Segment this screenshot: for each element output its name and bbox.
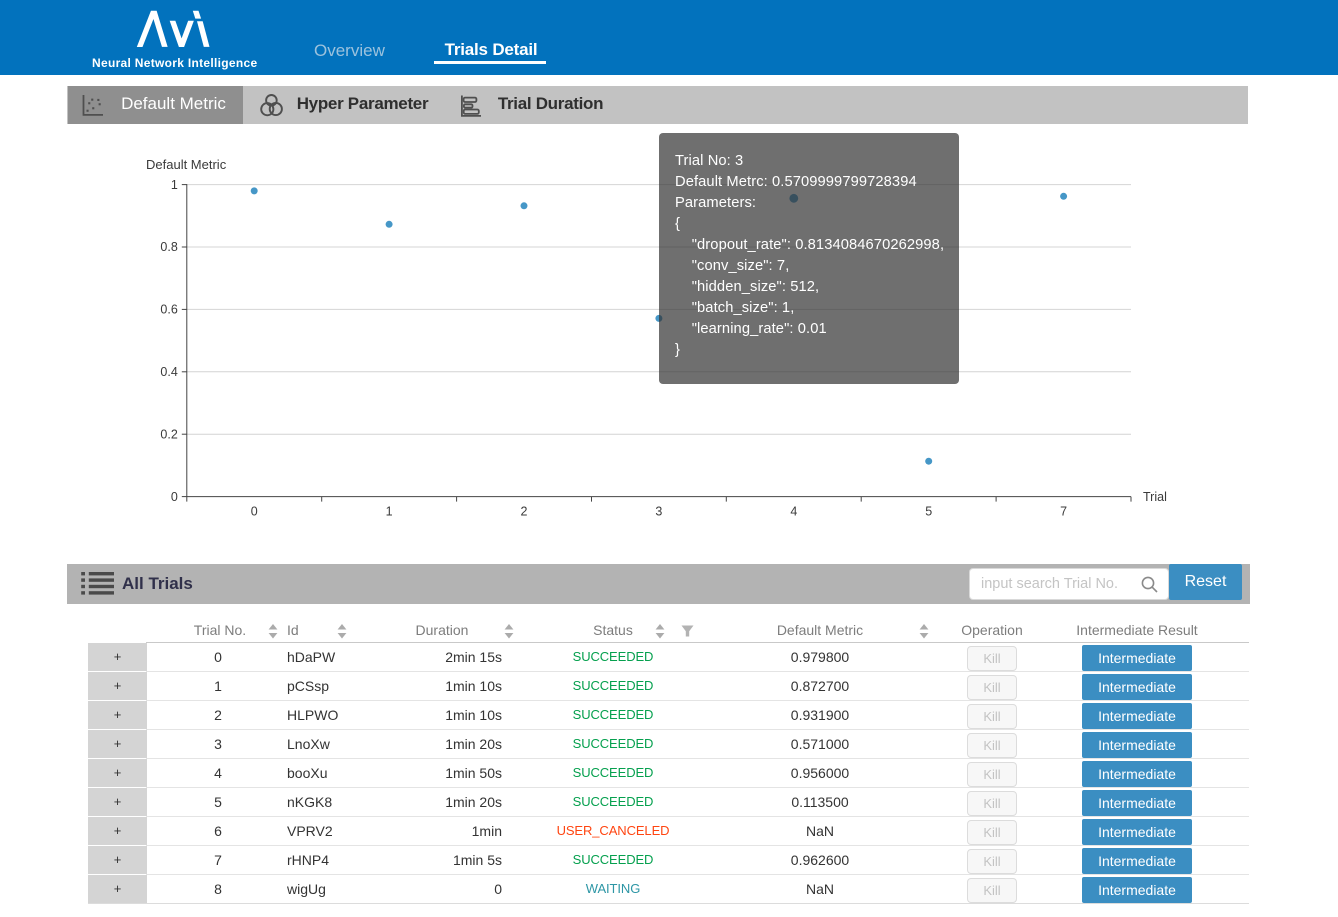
svg-text:0.4: 0.4: [160, 365, 177, 379]
svg-text:Default Metric: Default Metric: [146, 157, 227, 172]
svg-text:1: 1: [171, 178, 178, 192]
svg-text:0.2: 0.2: [160, 427, 177, 441]
svg-text:7: 7: [1060, 505, 1067, 519]
svg-text:2: 2: [521, 505, 528, 519]
svg-text:0.8: 0.8: [160, 240, 177, 254]
svg-text:4: 4: [790, 505, 797, 519]
svg-text:5: 5: [925, 505, 932, 519]
svg-text:0: 0: [171, 490, 178, 504]
svg-text:Trial: Trial: [1143, 490, 1167, 504]
svg-text:1: 1: [386, 505, 393, 519]
svg-text:3: 3: [655, 505, 662, 519]
svg-text:0.6: 0.6: [160, 303, 177, 317]
svg-text:0: 0: [251, 505, 258, 519]
